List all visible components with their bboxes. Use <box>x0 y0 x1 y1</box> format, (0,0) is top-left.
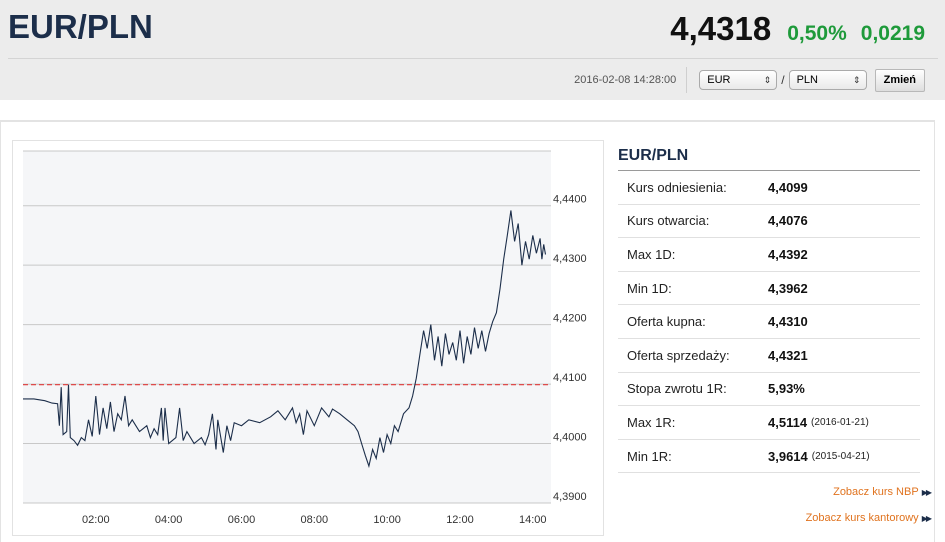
header-bar: EUR/PLN 4,4318 0,50% 0,0219 2016-02-08 1… <box>0 0 945 100</box>
x-tick-label: 10:00 <box>373 514 401 526</box>
info-row-label: Kurs otwarcia: <box>627 213 710 229</box>
info-row-label: Min 1R: <box>627 448 672 464</box>
info-row: Min 1D: 4,3962 <box>618 272 920 306</box>
info-row-value: 4,4076 <box>768 213 808 229</box>
change-percent: 0,50% <box>787 22 847 45</box>
info-row: Kurs odniesienia: 4,4099 <box>618 171 920 205</box>
currency-separator: / <box>781 73 785 87</box>
y-tick-label: 4,3900 <box>553 491 587 503</box>
info-row-value: 4,4310 <box>768 314 808 330</box>
quote: 4,4318 0,50% 0,0219 <box>670 10 925 48</box>
info-row-value: 4,4392 <box>768 246 808 262</box>
info-row-value: 3,9614 <box>768 448 808 464</box>
select-arrows-icon: ⇕ <box>763 74 772 85</box>
info-row: Oferta sprzedaży: 4,4321 <box>618 339 920 373</box>
double-triangle-right-icon: ▶▶ <box>921 488 932 497</box>
info-row-label: Max 1R: <box>627 414 676 430</box>
info-row-value: 4,4321 <box>768 347 808 363</box>
change-absolute: 0,0219 <box>860 22 925 45</box>
links: Zobacz kurs NBP ▶▶ Zobacz kurs kantorowy ▶… <box>805 486 933 538</box>
info-row-label: Oferta kupna: <box>627 314 706 330</box>
info-row: Max 1D: 4,4392 <box>618 238 920 272</box>
from-currency-value: EUR <box>707 74 731 86</box>
info-rows: Kurs odniesienia: 4,4099 Kurs otwarcia: 4,4… <box>618 171 920 474</box>
chart-container: 4,3900 4,4000 4,4100 4,4200 4,4300 4,4400 02:0… <box>12 140 604 536</box>
current-rate: 4,4318 <box>670 10 772 47</box>
to-currency-value: PLN <box>796 74 818 86</box>
info-row-label: Min 1D: <box>627 280 672 296</box>
info-row: Min 1R: 3,9614 (2015-04-21) <box>618 440 920 474</box>
exchange-rate-link[interactable]: Zobacz kurs kantorowy ▶▶ <box>805 512 933 538</box>
info-title: EUR/PLN <box>618 145 920 171</box>
price-chart: 4,3900 4,4000 4,4100 4,4200 4,4300 4,4400 02:0… <box>23 150 587 526</box>
y-tick-label: 4,4000 <box>553 432 587 444</box>
info-row-label: Max 1D: <box>627 246 676 262</box>
plot-area <box>23 151 551 503</box>
pair-title: EUR/PLN <box>8 8 153 45</box>
from-currency-select[interactable]: EUR ⇕ <box>699 70 778 90</box>
y-tick-label: 4,4200 <box>553 313 587 325</box>
x-tick-label: 12:00 <box>446 514 474 526</box>
x-tick-label: 08:00 <box>301 514 329 526</box>
timestamp: 2016-02-08 14:28:00 <box>574 74 677 86</box>
x-tick-label: 06:00 <box>228 514 256 526</box>
y-tick-label: 4,4300 <box>553 253 587 265</box>
info-row-label: Stopa zwrotu 1R: <box>627 381 727 397</box>
nbp-rate-link-label: Zobacz kurs NBP <box>833 486 919 498</box>
x-tick-label: 14:00 <box>519 514 547 526</box>
exchange-rate-link-label: Zobacz kurs kantorowy <box>805 512 919 524</box>
info-row-label: Oferta sprzedaży: <box>627 347 730 363</box>
info-row-label: Kurs odniesienia: <box>627 179 727 195</box>
info-row: Kurs otwarcia: 4,4076 <box>618 205 920 239</box>
info-row-value: 4,5114 <box>768 414 808 430</box>
select-arrows-icon: ⇕ <box>853 74 861 85</box>
info-row: Max 1R: 4,5114 (2016-01-21) <box>618 406 920 440</box>
to-currency-select[interactable]: PLN ⇕ <box>788 70 867 90</box>
info-row-value: 5,93% <box>768 381 805 397</box>
change-button[interactable]: Zmień <box>874 68 925 92</box>
info-table: EUR/PLN Kurs odniesienia: 4,4099 Kurs otwa… <box>618 145 920 474</box>
info-row-value: 4,3962 <box>768 280 808 296</box>
info-row: Stopa zwrotu 1R: 5,93% <box>618 373 920 407</box>
x-tick-label: 04:00 <box>155 514 183 526</box>
info-row-value: 4,4099 <box>768 179 808 195</box>
currency-toolbar: 2016-02-08 14:28:00 EUR ⇕ / PLN ⇕ Zmień <box>574 67 925 93</box>
nbp-rate-link[interactable]: Zobacz kurs NBP ▶▶ <box>806 486 932 512</box>
x-tick-label: 02:00 <box>82 514 110 526</box>
toolbar-divider <box>686 67 688 93</box>
info-row-date: (2016-01-21) <box>811 416 869 428</box>
y-tick-label: 4,4100 <box>553 372 587 384</box>
info-row-date: (2015-04-21) <box>811 450 870 462</box>
info-row: Oferta kupna: 4,4310 <box>618 305 920 339</box>
header-divider <box>8 58 938 59</box>
double-triangle-right-icon: ▶▶ <box>921 514 932 523</box>
y-tick-label: 4,4400 <box>553 194 587 206</box>
